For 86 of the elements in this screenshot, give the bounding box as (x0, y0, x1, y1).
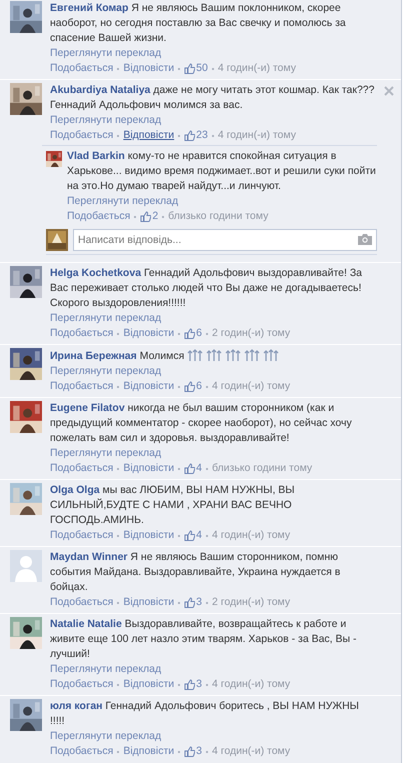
translate-link[interactable]: Переглянути переклад (50, 311, 376, 326)
author-link[interactable]: Ирина Бережная (50, 350, 137, 362)
like-link[interactable]: Подобається (67, 209, 130, 224)
thumbs-up-icon (184, 130, 196, 141)
like-link[interactable]: Подобається (50, 744, 114, 759)
timestamp[interactable]: 4 годин(-и) тому (212, 744, 290, 759)
translate-link[interactable]: Переглянути переклад (50, 729, 376, 744)
like-count[interactable]: 6 (196, 326, 202, 341)
timestamp[interactable]: близько години тому (168, 209, 268, 224)
timestamp[interactable]: 4 годин(-и) тому (212, 677, 290, 692)
comment-text: Helga Kochetkova Геннадий Адольфович выздоравливайте! За Вас переживает столько людей что Вы даже не догадываетесь!Скорого выздоровления!!!!!! (50, 266, 364, 311)
translate-link[interactable]: Переглянути переклад (50, 662, 376, 677)
thumbs-up-icon (140, 211, 152, 222)
translate-link[interactable]: Переглянути переклад (50, 113, 376, 128)
like-link[interactable]: Подобається (50, 326, 114, 341)
comment-text: Евгений Комар Я не являюсь Вашим поклонником, скорее наоборот, но сегодня поставлю за Вас свечку и помолюсь за спасение Вашей жизни. (50, 1, 347, 46)
like-count[interactable]: 23 (196, 128, 208, 143)
candles-icon (244, 348, 260, 361)
reply-input-field[interactable]: Написати відповідь... (73, 229, 377, 251)
author-link[interactable]: Helga Kochetkova (50, 267, 142, 279)
comment-text: Eugene Filatov никогда не был вашим сторонником (как и предыдущий комментатор - скорее наоборот), но сейчас хочу пожелать вам сил и здоровья. выздоравливайте! (50, 401, 353, 446)
thumbs-up-icon (184, 597, 196, 608)
reply-link[interactable]: Відповісти (123, 326, 174, 341)
thumbs-up-icon (184, 463, 196, 474)
comment-text: Maydan Winner Я не являюсь Вашим сторонником, помню события Майдана. Выздоравливайте, Украина нуждается в бойцах. (50, 550, 342, 595)
author-link[interactable]: Akubardiya Nataliya (50, 84, 150, 96)
thumbs-up-icon (184, 328, 196, 339)
timestamp[interactable]: 2 годин(-и) тому (212, 595, 290, 610)
like-count[interactable]: 2 (152, 209, 158, 224)
timestamp[interactable]: 4 годин(-и) тому (212, 528, 290, 543)
like-count[interactable]: 50 (196, 61, 208, 76)
candles-icon (206, 348, 222, 361)
reply-link[interactable]: Відповісти (123, 677, 174, 692)
author-link[interactable]: Евгений Комар (50, 2, 128, 14)
reply-link[interactable]: Відповісти (123, 528, 174, 543)
default-avatar-icon (10, 550, 42, 582)
comment-text: Ирина Бережная Молимся (50, 348, 376, 364)
translate-link[interactable]: Переглянути переклад (67, 194, 377, 209)
reply-link[interactable]: Відповісти (123, 744, 174, 759)
like-link[interactable]: Подобається (50, 379, 114, 394)
reply-link[interactable]: Відповісти (123, 128, 174, 143)
close-icon[interactable] (384, 86, 394, 96)
like-count[interactable]: 6 (196, 379, 202, 394)
author-link[interactable]: Eugene Filatov (50, 402, 125, 414)
like-link[interactable]: Подобається (50, 61, 114, 76)
candles-icon (225, 348, 242, 361)
candles-icon (187, 348, 204, 361)
like-count[interactable]: 4 (196, 528, 202, 543)
translate-link[interactable]: Переглянути переклад (50, 46, 376, 61)
author-link[interactable]: юля коган (50, 700, 103, 712)
like-count[interactable]: 3 (196, 595, 202, 610)
timestamp[interactable]: близько години тому (212, 461, 312, 476)
thumbs-up-icon (184, 679, 196, 690)
comment-text: Natalie Natalie Выздоравливайте, возвращайтесь к работе и живите еще 100 лет назло этим тварям. Харьков - за Вас, Вы - лучший! (50, 617, 358, 662)
reply-link[interactable]: Відповісти (123, 61, 174, 76)
thumbs-up-icon (184, 381, 196, 392)
author-link[interactable]: Maydan Winner (50, 551, 128, 563)
timestamp[interactable]: 2 годин(-и) тому (212, 326, 290, 341)
like-link[interactable]: Подобається (50, 128, 114, 143)
timestamp[interactable]: 4 годин(-и) тому (218, 61, 296, 76)
thumbs-up-icon (184, 63, 196, 74)
candles-icon (263, 348, 280, 361)
translate-link[interactable]: Переглянути переклад (50, 364, 376, 379)
like-link[interactable]: Подобається (50, 528, 114, 543)
like-count[interactable]: 4 (196, 461, 202, 476)
translate-link[interactable]: Переглянути переклад (50, 446, 376, 461)
author-link[interactable]: Olga Olga (50, 484, 100, 496)
reply-link[interactable]: Відповісти (123, 461, 174, 476)
reply-link[interactable]: Відповісти (123, 595, 174, 610)
comment-text: юля коган Геннадий Адольфович боритесь , ВЫ НАМ НУЖНЫ !!!!! (50, 699, 360, 729)
camera-icon[interactable] (358, 234, 372, 245)
timestamp[interactable]: 4 годин(-и) тому (212, 379, 290, 394)
comment-text: Vlad Barkin кому-то не нравится спокойная ситуация в Харькове... видимо время поджимает..вот и решили суки пойти на это.Но думаю тварей найдут...и линчуют. (67, 149, 377, 194)
author-link[interactable]: Natalie Natalie (50, 618, 122, 630)
thumbs-up-icon (184, 530, 196, 541)
like-link[interactable]: Подобається (50, 595, 114, 610)
comment-text: Olga Olga мы вас ЛЮБИМ, ВЫ НАМ НУЖНЫ, ВЫ СИЛЬНЫЙ,БУДТЕ С НАМИ , ХРАНИ ВАС ВЕЧНО ГОСПОДЬ.АМИНЬ. (50, 483, 296, 528)
reply-link[interactable]: Відповісти (123, 379, 174, 394)
like-count[interactable]: 3 (196, 677, 202, 692)
comment-text: Akubardiya Nataliya даже не могу читать этот кошмар. Как так??? Геннадий Адольфович молимся за вас. (50, 83, 376, 113)
like-link[interactable]: Подобається (50, 677, 114, 692)
thumbs-up-icon (184, 746, 196, 757)
like-count[interactable]: 3 (196, 744, 202, 759)
author-link[interactable]: Vlad Barkin (67, 150, 125, 162)
timestamp[interactable]: 4 годин(-и) тому (218, 128, 296, 143)
like-link[interactable]: Подобається (50, 461, 114, 476)
